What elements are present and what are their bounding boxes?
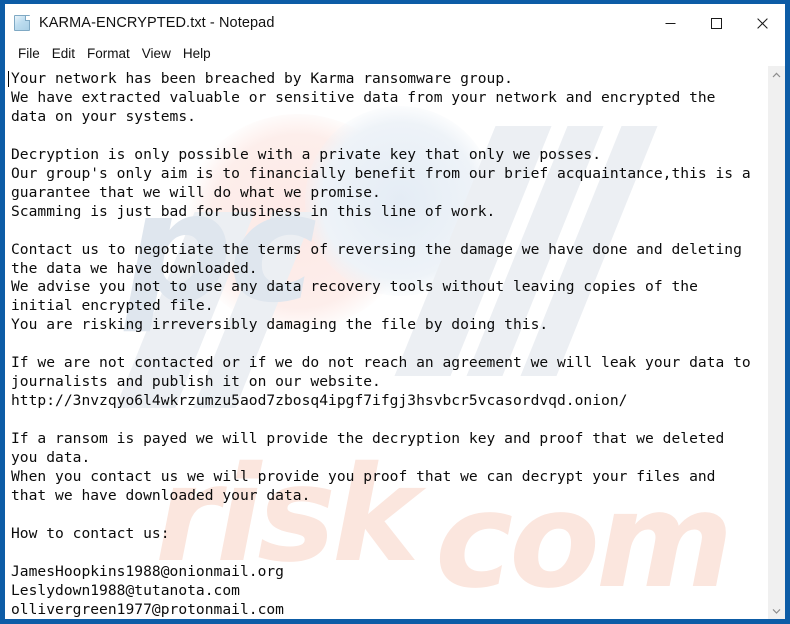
scroll-down-button[interactable]	[768, 602, 785, 619]
minimize-icon	[665, 22, 675, 24]
text-file-icon	[14, 14, 31, 32]
chevron-down-icon	[772, 608, 781, 614]
title-bar[interactable]: KARMA-ENCRYPTED.txt - Notepad	[5, 4, 785, 42]
window-controls	[647, 4, 785, 42]
menu-item-format[interactable]: Format	[81, 45, 136, 63]
text-editor[interactable]: pc risk com Your network has been breach…	[5, 66, 767, 619]
menu-item-view[interactable]: View	[136, 45, 177, 63]
menu-item-file[interactable]: File	[12, 45, 46, 63]
text-caret	[8, 71, 9, 87]
close-icon	[756, 17, 768, 29]
scrollbar-track[interactable]	[768, 83, 785, 602]
menu-item-edit[interactable]: Edit	[46, 45, 81, 63]
minimize-button[interactable]	[647, 4, 693, 42]
maximize-icon	[710, 17, 722, 29]
menu-bar: File Edit Format View Help	[5, 42, 785, 65]
editor-area: pc risk com Your network has been breach…	[5, 65, 785, 619]
vertical-scrollbar[interactable]	[767, 66, 785, 619]
notepad-window: KARMA-ENCRYPTED.txt - Notepad File Edit …	[0, 0, 790, 624]
chevron-up-icon	[772, 72, 781, 77]
maximize-button[interactable]	[693, 4, 739, 42]
ransom-note-text: Your network has been breached by Karma …	[11, 70, 751, 618]
scroll-up-button[interactable]	[768, 66, 785, 83]
close-button[interactable]	[739, 4, 785, 42]
window-title: KARMA-ENCRYPTED.txt - Notepad	[39, 15, 275, 31]
menu-item-help[interactable]: Help	[177, 45, 217, 63]
title-bar-left: KARMA-ENCRYPTED.txt - Notepad	[5, 14, 275, 32]
